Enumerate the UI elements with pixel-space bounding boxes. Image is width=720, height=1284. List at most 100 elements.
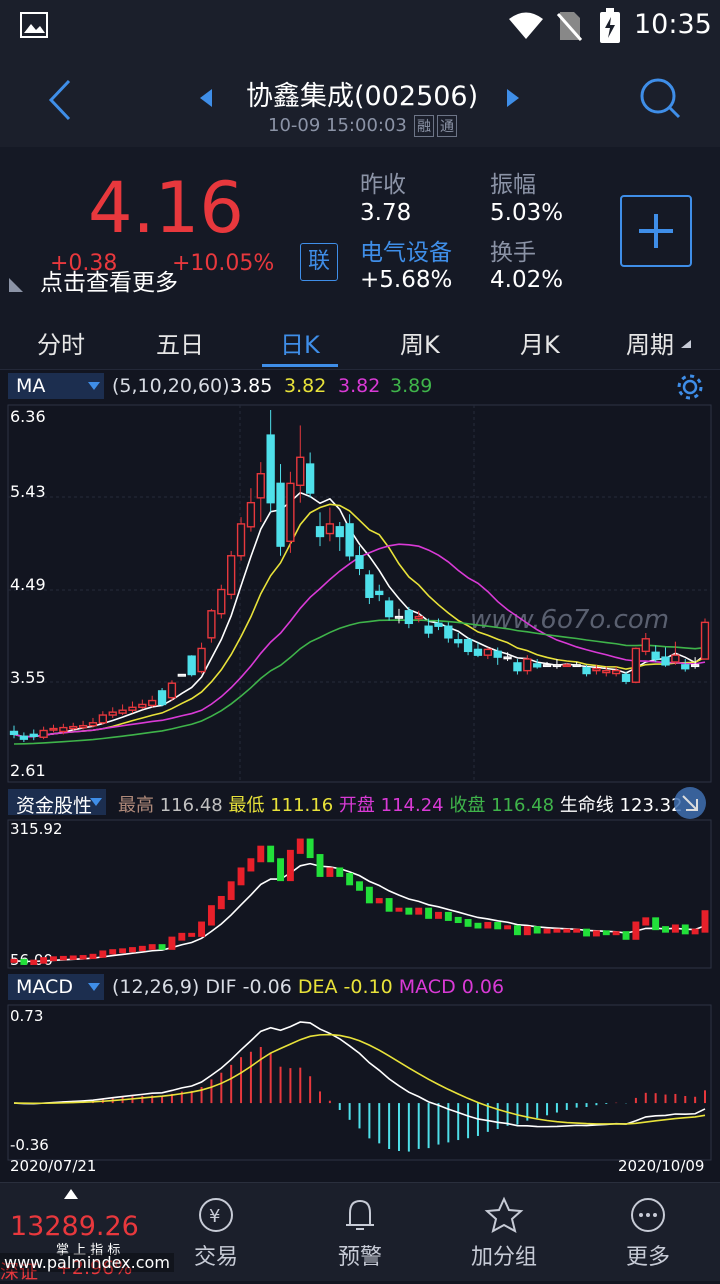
search-icon[interactable] <box>638 76 682 120</box>
sector-change: +5.68% <box>360 267 453 293</box>
candle-body <box>661 656 670 666</box>
candle-body <box>39 729 48 738</box>
macd-legend: (12,26,9) DIF -0.06 DEA -0.10 MACD 0.06 <box>112 976 504 998</box>
fund-bar <box>217 895 225 910</box>
candle-body <box>315 526 325 538</box>
price-change-pct: +10.05% <box>172 251 275 276</box>
nav-alert[interactable]: 预警 <box>300 1183 420 1271</box>
dif-value: -0.06 <box>242 976 292 998</box>
candle-body <box>493 650 502 658</box>
life-line <box>13 862 706 963</box>
collapse-icon <box>682 795 698 811</box>
candle-body <box>503 656 512 660</box>
battery-icon <box>600 8 620 43</box>
nav-trade-label: 交易 <box>193 1245 238 1270</box>
candle-body <box>572 664 581 668</box>
sector-link[interactable]: 电气设备 <box>360 233 452 267</box>
trade-icon: ¥ <box>199 1198 233 1232</box>
watermark-url: www.palmindex.com <box>0 1253 174 1272</box>
fund-bar <box>385 898 393 912</box>
kline-chart[interactable]: 6.36 5.43 4.49 3.55 2.61 www.6o7o.com 31… <box>0 400 720 1180</box>
fund-bar <box>622 931 630 940</box>
axis-label-top: 6.36 <box>10 407 46 426</box>
ma60-value: 3.89 <box>390 375 433 397</box>
ma-indicator-select[interactable]: MA <box>8 373 104 399</box>
candle-body <box>276 482 285 547</box>
nav-more[interactable]: 更多 <box>588 1183 708 1271</box>
fund-bar <box>168 936 176 950</box>
fund-bar <box>553 928 561 933</box>
prev-close-label: 昨收 <box>360 172 406 198</box>
fund-bar <box>277 858 284 882</box>
candle-body <box>513 662 522 672</box>
tab-weekly-k[interactable]: 周K <box>400 325 440 360</box>
candle-body <box>483 648 492 656</box>
candle-body <box>621 673 631 682</box>
settings-gear-icon[interactable] <box>676 373 704 401</box>
tab-five-day[interactable]: 五日 <box>156 325 204 360</box>
period-tabs: 分时 五日 日K 周K 月K 周期 <box>0 307 720 370</box>
tab-intraday[interactable]: 分时 <box>37 325 85 360</box>
index-value: 13289.26 <box>10 1211 139 1242</box>
macd-indicator-select[interactable]: MACD <box>8 974 104 1000</box>
fund-bar <box>504 925 512 930</box>
tab-period[interactable]: 周期 <box>626 325 674 360</box>
fund-bar <box>286 849 294 882</box>
candle-body <box>305 463 315 494</box>
bottom-nav: 13289.26 掌 上 指 标 深证 +2.96% www.palmindex… <box>0 1182 720 1283</box>
next-stock-icon[interactable] <box>505 88 521 108</box>
axis-label-4: 3.55 <box>10 668 46 687</box>
fund-low-label: 最低 <box>228 795 265 816</box>
prev-close-value: 3.78 <box>360 200 412 226</box>
candle-body <box>365 574 374 598</box>
prev-stock-icon[interactable] <box>198 88 214 108</box>
fund-indicator-select[interactable]: 资金股性 <box>8 789 106 817</box>
fund-bar <box>198 921 206 937</box>
fund-bar <box>89 953 97 960</box>
fund-bar <box>69 955 77 960</box>
nav-trade[interactable]: ¥ 交易 <box>156 1183 276 1271</box>
candle-body <box>473 648 483 656</box>
candle-body <box>641 638 650 653</box>
gallery-icon <box>20 12 48 38</box>
fund-bar <box>602 930 610 936</box>
linked-button[interactable]: 联 <box>300 243 338 281</box>
dea-value: -0.10 <box>343 976 393 998</box>
fund-dropdown-icon <box>90 798 102 806</box>
status-bar: 10:35 <box>0 0 720 52</box>
tab-monthly-k[interactable]: 月K <box>520 325 560 360</box>
fund-bar <box>30 959 38 965</box>
candle-body <box>335 526 344 538</box>
candle-body <box>582 667 591 675</box>
candle-body <box>49 727 58 731</box>
fund-bar <box>642 917 650 926</box>
fund-label: 资金股性 <box>16 795 93 817</box>
tab-daily-k[interactable]: 日K <box>280 325 320 360</box>
fund-bar <box>40 957 48 964</box>
candle-body <box>197 647 206 673</box>
fund-axis-top: 315.92 <box>10 820 63 838</box>
fund-high-label: 最高 <box>118 795 154 816</box>
candle-body <box>533 663 542 668</box>
fund-bar <box>20 958 28 965</box>
chart-zoom-button[interactable] <box>674 787 706 819</box>
candle-body <box>108 711 117 716</box>
fund-bar <box>652 917 660 931</box>
fund-bar <box>543 928 551 934</box>
fund-bar <box>237 867 245 886</box>
fund-bar <box>612 931 620 936</box>
candle-body <box>700 621 710 660</box>
back-icon[interactable] <box>45 78 75 122</box>
amplitude-label: 振幅 <box>490 172 536 198</box>
nav-watchlist[interactable]: 加分组 <box>444 1183 564 1271</box>
candle-body <box>602 669 611 674</box>
wifi-icon <box>509 12 543 39</box>
candle-body <box>612 669 621 675</box>
fund-bar <box>375 898 383 904</box>
fund-bar <box>662 926 669 933</box>
add-watchlist-button[interactable] <box>620 195 692 267</box>
date-start: 2020/07/21 <box>10 1157 96 1175</box>
chart-watermark: www.6o7o.com <box>470 605 669 635</box>
fund-bar <box>523 926 531 936</box>
see-more-link[interactable]: 点击查看更多 <box>40 263 178 297</box>
